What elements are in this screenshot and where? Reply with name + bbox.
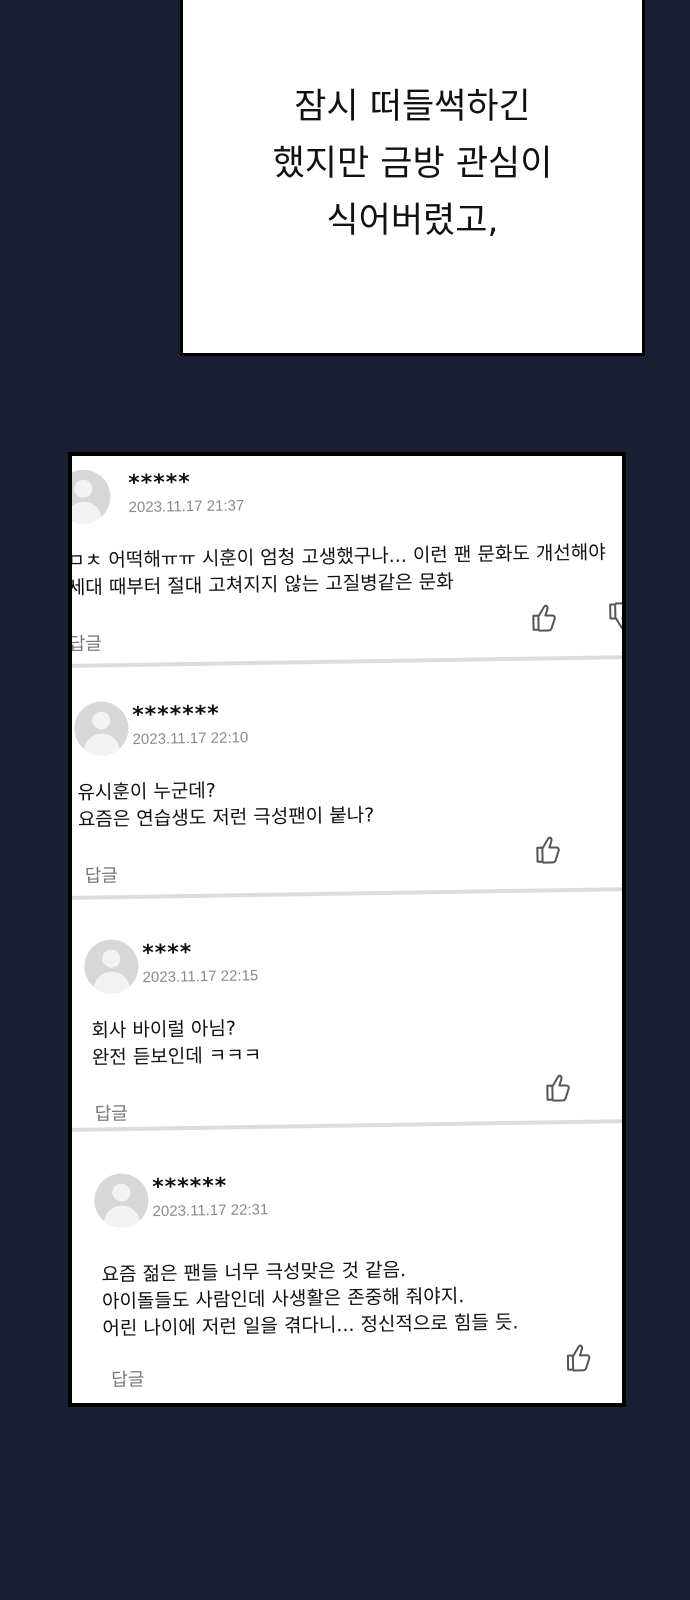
reply-button[interactable]: 답글 xyxy=(95,1099,129,1126)
avatar xyxy=(94,1173,149,1228)
narration-line: 했지만 금방 관심이 xyxy=(272,144,553,184)
comment-screen: ***** 2023.11.17 21:37 ㅁㅊ 어떡해ㅠㅠ 시훈이 엄청 고… xyxy=(68,452,626,1407)
narration-line: 식어버렸고, xyxy=(326,201,499,241)
reply-button[interactable]: 답글 xyxy=(111,1365,145,1392)
comment-timestamp: 2023.11.17 22:31 xyxy=(152,1201,269,1221)
thumbs-up-icon[interactable] xyxy=(530,602,556,632)
comment-username: ****** xyxy=(152,1173,228,1201)
thumbs-up-icon[interactable] xyxy=(534,834,560,864)
comment-username: ******* xyxy=(132,701,220,729)
narration-caption: 잠시 떠들썩하긴 했지만 금방 관심이 식어버렸고, xyxy=(183,79,642,250)
comment-timestamp: 2023.11.17 21:37 xyxy=(128,497,245,517)
reply-button[interactable]: 답글 xyxy=(72,630,102,657)
comment-timestamp: 2023.11.17 22:10 xyxy=(132,729,249,749)
comment-body: 회사 바이럴 아님? 완전 듣보인데 ㅋㅋㅋ xyxy=(91,1017,262,1069)
thumbs-up-icon[interactable] xyxy=(544,1072,570,1102)
avatar xyxy=(74,701,129,756)
thumbs-down-icon[interactable] xyxy=(607,601,622,631)
thumbs-up-icon[interactable] xyxy=(565,1342,591,1372)
reply-button[interactable]: 답글 xyxy=(85,861,119,888)
comment-item: ****** 2023.11.17 22:31 요즘 젊은 팬들 너무 극성맞은… xyxy=(94,1165,622,1403)
comment-username: ***** xyxy=(128,470,191,497)
avatar xyxy=(72,469,111,525)
narration-line: 잠시 떠들썩하긴 xyxy=(294,87,531,127)
comment-item: **** 2023.11.17 22:15 회사 바이럴 아님? 완전 듣보인데… xyxy=(84,931,622,1170)
comment-body: ㅁㅊ 어떡해ㅠㅠ 시훈이 엄청 고생했구나... 이런 팬 문화도 개선해야 세… xyxy=(68,541,606,600)
comment-timestamp: 2023.11.17 22:15 xyxy=(142,967,259,987)
comment-body: 요즘 젊은 팬들 너무 극성맞은 것 같음. 아이돌들도 사람인데 사생활은 존… xyxy=(101,1259,519,1340)
narration-panel: 잠시 떠들썩하긴 했지만 금방 관심이 식어버렸고, xyxy=(180,0,645,356)
avatar xyxy=(84,939,139,994)
comment-username: **** xyxy=(142,940,193,967)
comment-body: 유시훈이 누군데? 요즘은 연습생도 저런 극성팬이 붙나? xyxy=(77,779,375,831)
